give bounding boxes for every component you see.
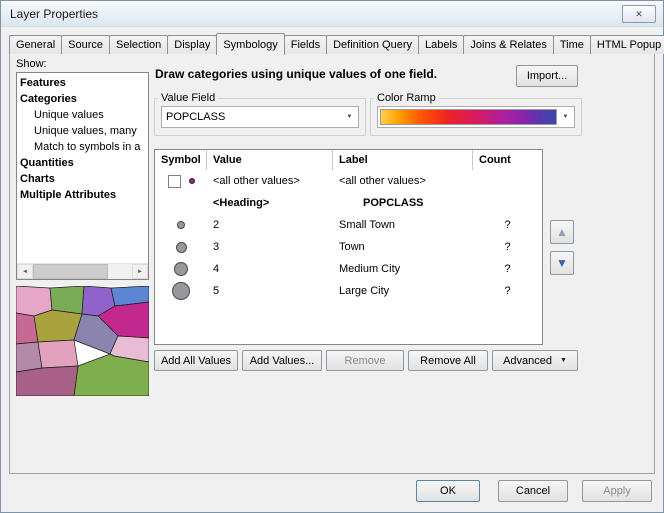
point-symbol-icon[interactable] xyxy=(172,282,190,300)
table-row[interactable]: 4 Medium City ? xyxy=(155,258,542,280)
value-field-group: Value Field POPCLASS ▼ xyxy=(154,92,366,136)
table-row[interactable]: <all other values> <all other values> xyxy=(155,170,542,192)
value-cell: <Heading> xyxy=(207,197,333,209)
tab-html-popup[interactable]: HTML Popup xyxy=(590,35,664,54)
tab-general[interactable]: General xyxy=(9,35,62,54)
value-cell: 4 xyxy=(207,263,333,275)
add-values-button[interactable]: Add Values... xyxy=(242,350,322,371)
close-icon: ✕ xyxy=(635,9,643,20)
value-cell: 3 xyxy=(207,241,333,253)
color-ramp-group: Color Ramp ▼ xyxy=(370,92,582,136)
point-symbol-icon[interactable] xyxy=(174,262,188,276)
color-ramp-swatch xyxy=(380,109,557,125)
tree-horizontal-scrollbar[interactable]: ◄ ► xyxy=(17,263,148,279)
all-other-values-checkbox[interactable] xyxy=(168,175,181,188)
symbol-cell xyxy=(155,282,207,300)
symbology-page: Show: Features Categories Unique values … xyxy=(9,53,655,474)
point-symbol-icon[interactable] xyxy=(176,242,187,253)
tab-definition-query[interactable]: Definition Query xyxy=(326,35,419,54)
label-cell: Town xyxy=(333,241,473,253)
table-row[interactable]: 2 Small Town ? xyxy=(155,214,542,236)
chevron-down-icon: ▼ xyxy=(560,357,567,364)
tree-item-unique-values-many[interactable]: Unique values, many xyxy=(17,123,148,139)
value-field-label: Value Field xyxy=(158,92,218,104)
chevron-down-icon[interactable]: ▼ xyxy=(557,107,574,127)
page-description: Draw categories using unique values of o… xyxy=(155,67,437,81)
value-field-value: POPCLASS xyxy=(162,111,341,123)
arrow-down-icon: ▼ xyxy=(556,256,568,270)
point-symbol-icon[interactable] xyxy=(189,178,195,184)
tree-item-categories[interactable]: Categories xyxy=(17,91,148,107)
tab-strip: General Source Selection Display Symbolo… xyxy=(9,32,664,54)
arrow-up-icon: ▲ xyxy=(556,225,568,239)
advanced-button-label: Advanced xyxy=(503,355,552,367)
tab-selection[interactable]: Selection xyxy=(109,35,168,54)
count-cell: ? xyxy=(473,263,542,275)
label-cell: POPCLASS xyxy=(333,197,473,209)
count-cell: ? xyxy=(473,241,542,253)
tab-labels[interactable]: Labels xyxy=(418,35,464,54)
tab-time[interactable]: Time xyxy=(553,35,591,54)
tab-symbology[interactable]: Symbology xyxy=(216,33,284,55)
show-tree: Features Categories Unique values Unique… xyxy=(16,72,149,280)
ok-button[interactable]: OK xyxy=(416,480,480,502)
symbol-cell xyxy=(155,262,207,276)
color-ramp-combobox[interactable]: ▼ xyxy=(377,106,575,128)
import-button[interactable]: Import... xyxy=(516,65,578,87)
scrollbar-thumb[interactable] xyxy=(33,264,108,279)
symbol-cell xyxy=(155,175,207,188)
window-title: Layer Properties xyxy=(10,7,98,21)
header-symbol: Symbol xyxy=(155,150,207,170)
remove-button: Remove xyxy=(326,350,404,371)
value-field-combobox[interactable]: POPCLASS ▼ xyxy=(161,106,359,128)
tab-display[interactable]: Display xyxy=(167,35,217,54)
value-cell: 2 xyxy=(207,219,333,231)
color-ramp-label: Color Ramp xyxy=(374,92,439,104)
header-count: Count xyxy=(473,150,542,170)
header-value: Value xyxy=(207,150,333,170)
close-button[interactable]: ✕ xyxy=(622,5,656,23)
tree-item-charts[interactable]: Charts xyxy=(17,171,148,187)
remove-all-button[interactable]: Remove All xyxy=(408,350,488,371)
advanced-button[interactable]: Advanced ▼ xyxy=(492,350,578,371)
value-cell: 5 xyxy=(207,285,333,297)
label-cell: <all other values> xyxy=(333,175,473,187)
symbol-cell xyxy=(155,242,207,253)
apply-button: Apply xyxy=(582,480,652,502)
symbol-cell xyxy=(155,221,207,229)
tree-item-quantities[interactable]: Quantities xyxy=(17,155,148,171)
header-label: Label xyxy=(333,150,473,170)
add-all-values-button[interactable]: Add All Values xyxy=(154,350,238,371)
count-cell: ? xyxy=(473,219,542,231)
value-cell: <all other values> xyxy=(207,175,333,187)
table-header: Symbol Value Label Count xyxy=(155,150,542,170)
tree-item-multiple-attributes[interactable]: Multiple Attributes xyxy=(17,187,148,203)
label-cell: Medium City xyxy=(333,263,473,275)
tree-item-unique-values[interactable]: Unique values xyxy=(17,107,148,123)
label-cell: Small Town xyxy=(333,219,473,231)
cancel-button[interactable]: Cancel xyxy=(498,480,568,502)
point-symbol-icon[interactable] xyxy=(177,221,185,229)
tree-item-match-symbols[interactable]: Match to symbols in a xyxy=(17,139,148,155)
layer-properties-dialog: Layer Properties ✕ General Source Select… xyxy=(0,0,664,513)
titlebar[interactable]: Layer Properties ✕ xyxy=(1,1,663,27)
scroll-left-icon[interactable]: ◄ xyxy=(17,264,33,279)
move-up-button[interactable]: ▲ xyxy=(550,220,574,244)
table-row[interactable]: 3 Town ? xyxy=(155,236,542,258)
label-cell: Large City xyxy=(333,285,473,297)
table-row[interactable]: 5 Large City ? xyxy=(155,280,542,302)
unique-values-table: Symbol Value Label Count <all other valu… xyxy=(154,149,543,345)
move-down-button[interactable]: ▼ xyxy=(550,251,574,275)
table-row[interactable]: <Heading> POPCLASS xyxy=(155,192,542,214)
chevron-down-icon[interactable]: ▼ xyxy=(341,107,358,127)
tab-fields[interactable]: Fields xyxy=(284,35,327,54)
scrollbar-track[interactable] xyxy=(33,264,132,279)
tab-joins-relates[interactable]: Joins & Relates xyxy=(463,35,553,54)
count-cell: ? xyxy=(473,285,542,297)
show-label: Show: xyxy=(16,58,47,70)
scroll-right-icon[interactable]: ► xyxy=(132,264,148,279)
tab-source[interactable]: Source xyxy=(61,35,110,54)
map-preview xyxy=(16,286,149,396)
tree-item-features[interactable]: Features xyxy=(17,75,148,91)
